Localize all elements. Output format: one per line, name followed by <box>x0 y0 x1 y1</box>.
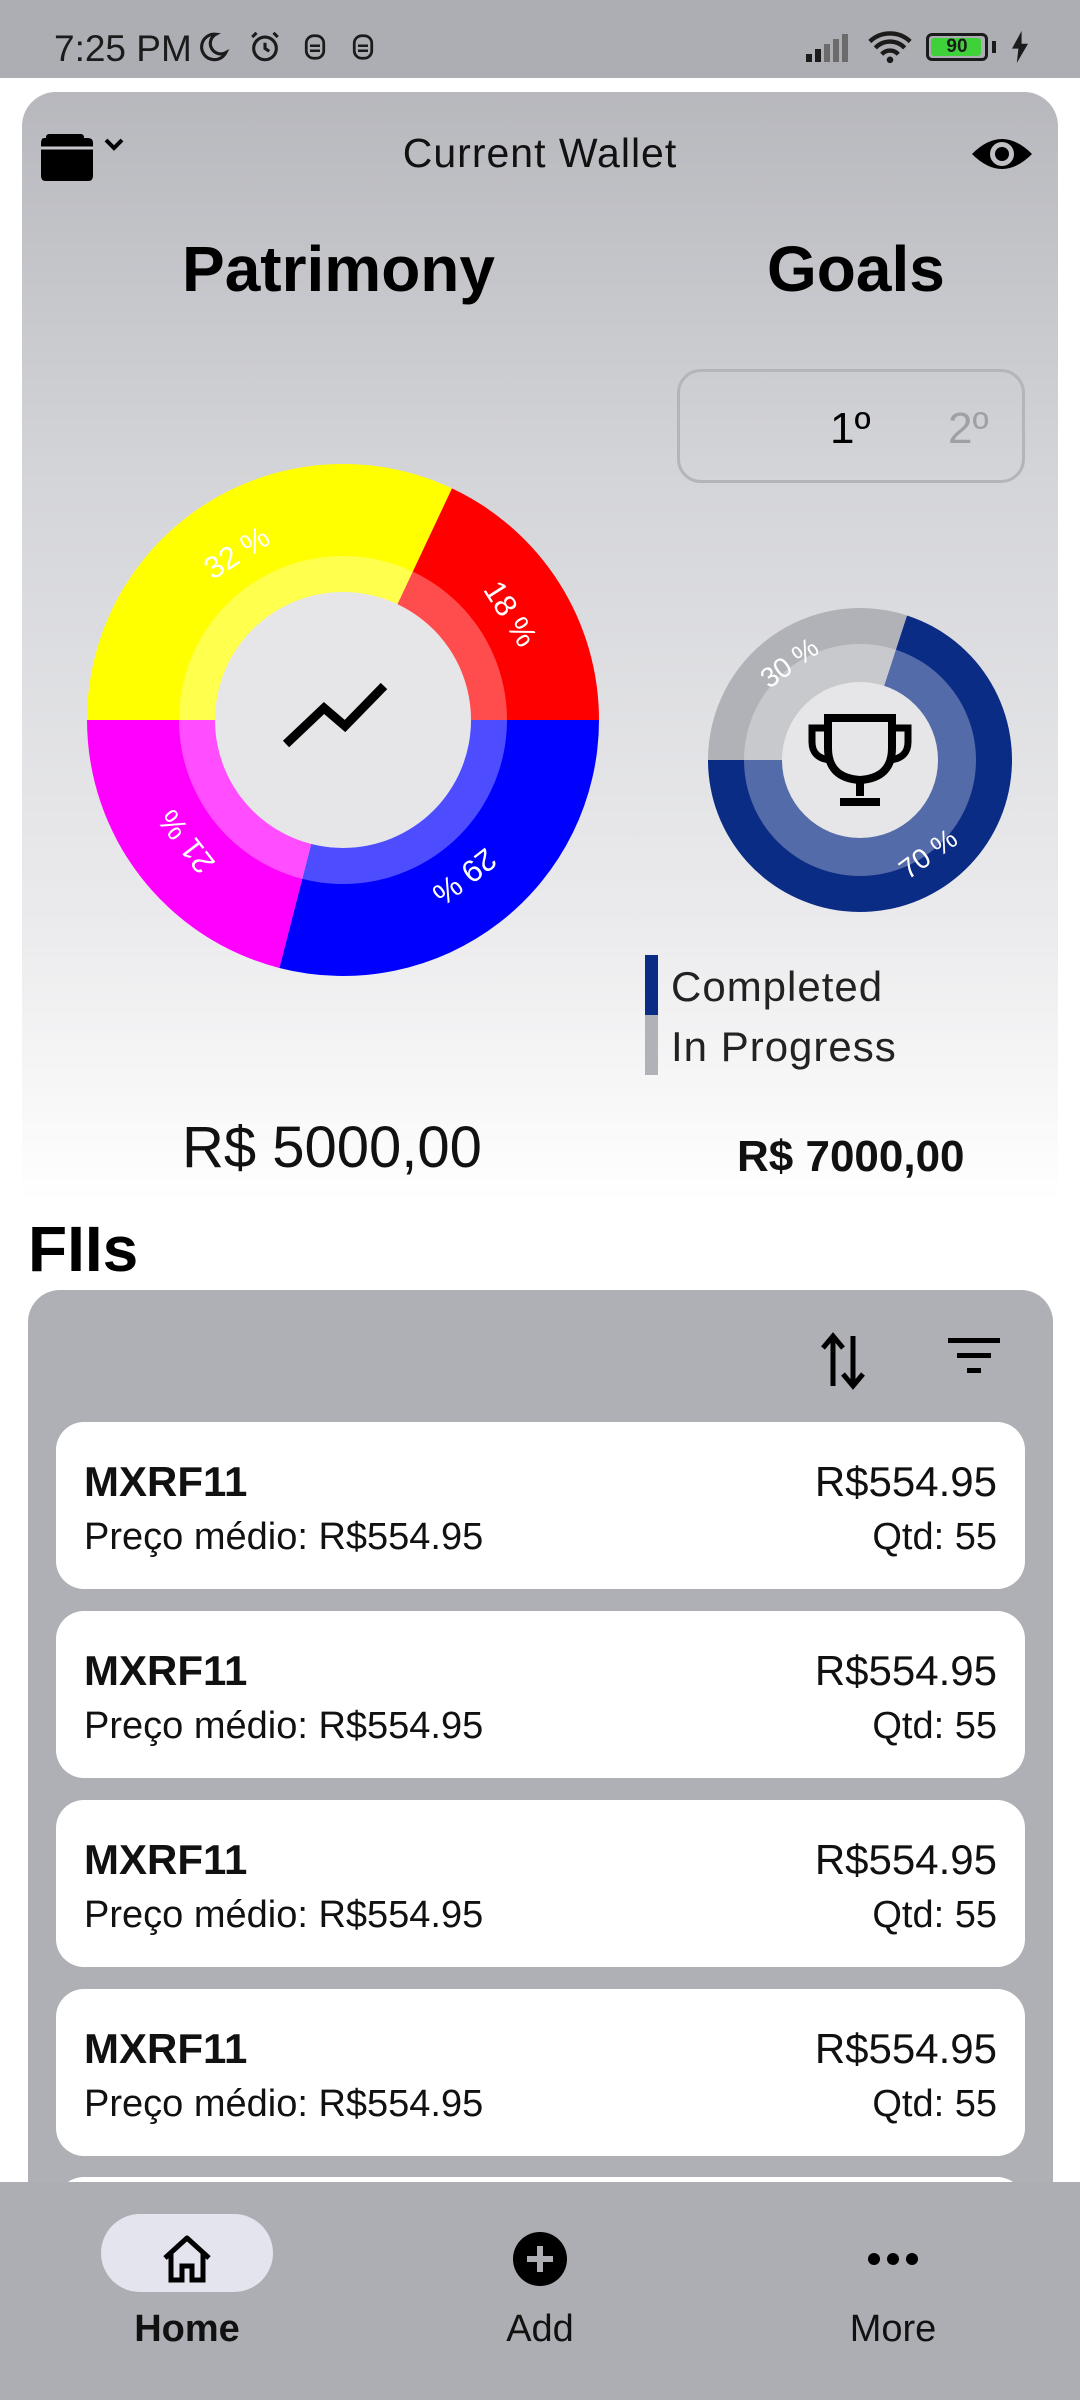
patrimony-title: Patrimony <box>182 233 495 305</box>
patrimony-donut-chart[interactable]: 32 %18 %29 %21 % <box>83 460 603 980</box>
alarm-icon <box>251 31 279 62</box>
legend-swatch-in-progress <box>645 1015 658 1075</box>
nav-item-add[interactable]: Add <box>420 2232 660 2351</box>
fii-ticker: MXRF11 <box>84 1458 248 1505</box>
fii-average-price: Preço médio: R$554.95 <box>84 1705 484 1747</box>
filter-icon[interactable] <box>946 1334 1002 1378</box>
legend-label: Completed <box>671 963 884 1010</box>
wallet-title: Current Wallet <box>402 130 678 176</box>
bottom-navigation: Home Add More <box>0 2182 1080 2400</box>
add-icon <box>513 2232 567 2286</box>
legend-swatch-completed <box>645 955 658 1015</box>
notification-icon <box>304 34 326 60</box>
fii-quantity: Qtd: 55 <box>872 1705 997 1747</box>
fii-price: R$554.95 <box>814 1836 997 1883</box>
wallet-card: Current Wallet Patrimony Goals 1º 2º 32 … <box>22 92 1058 1202</box>
fii-ticker: MXRF11 <box>84 1836 248 1883</box>
fii-price: R$554.95 <box>814 1458 997 1505</box>
battery-cap <box>992 41 996 53</box>
wifi-icon <box>868 31 912 64</box>
legend-label: In Progress <box>671 1023 897 1070</box>
charging-icon <box>1012 31 1028 63</box>
more-icon <box>868 2253 918 2265</box>
fii-list-item[interactable]: MXRF11 Preço médio: R$554.95 R$554.95 Qt… <box>56 1422 1025 1589</box>
goal-tabs: 1º 2º <box>677 369 1025 483</box>
fii-average-price: Preço médio: R$554.95 <box>84 1516 484 1558</box>
fii-quantity: Qtd: 55 <box>872 1516 997 1558</box>
fii-ticker: MXRF11 <box>84 2025 248 2072</box>
nav-item-more[interactable]: More <box>773 2232 1013 2351</box>
nav-item-home[interactable]: Home <box>67 2214 307 2351</box>
battery-icon: 90 <box>926 33 988 61</box>
status-bar: 7:25 PM 90 <box>0 0 1080 78</box>
status-time: 7:25 PM <box>54 28 192 69</box>
status-right-icons: 90 <box>804 30 1030 64</box>
status-left-icons <box>196 30 378 64</box>
fii-list-item[interactable]: MXRF11 Preço médio: R$554.95 R$554.95 Qt… <box>56 1800 1025 1967</box>
goals-total: R$ 7000,00 <box>737 1132 965 1181</box>
fii-average-price: Preço médio: R$554.95 <box>84 1894 484 1936</box>
notification-icon <box>352 34 374 60</box>
goals-title: Goals <box>767 233 945 305</box>
battery-level: 90 <box>946 36 968 57</box>
fii-list-panel[interactable]: MXRF11 Preço médio: R$554.95 R$554.95 Qt… <box>28 1290 1053 2290</box>
fii-price: R$554.95 <box>814 2025 997 2072</box>
fii-price: R$554.95 <box>814 1647 997 1694</box>
fii-quantity: Qtd: 55 <box>872 1894 997 1936</box>
fii-list-item[interactable]: MXRF11 Preço médio: R$554.95 R$554.95 Qt… <box>56 1611 1025 1778</box>
tab-goal-1[interactable]: 1º <box>830 404 871 454</box>
donut-center <box>782 682 938 838</box>
tab-goal-2[interactable]: 2º <box>948 404 989 454</box>
sort-icon[interactable] <box>818 1330 868 1392</box>
fii-quantity: Qtd: 55 <box>872 2083 997 2125</box>
fii-ticker: MXRF11 <box>84 1647 248 1694</box>
home-icon <box>163 2235 211 2283</box>
nav-label-more: More <box>849 2308 937 2350</box>
eye-icon[interactable] <box>970 132 1034 176</box>
nav-label-home: Home <box>134 2308 240 2350</box>
moon-icon <box>200 32 230 62</box>
goals-donut-chart[interactable]: 70 %30 % <box>700 600 1020 920</box>
fii-list-item[interactable]: MXRF11 Preço médio: R$554.95 R$554.95 Qt… <box>56 1989 1025 2156</box>
nav-label-add: Add <box>506 2308 574 2350</box>
fiis-section-title: FIIs <box>28 1213 139 1285</box>
fii-average-price: Preço médio: R$554.95 <box>84 2083 484 2125</box>
patrimony-total: R$ 5000,00 <box>182 1115 482 1180</box>
signal-icon <box>806 34 848 62</box>
